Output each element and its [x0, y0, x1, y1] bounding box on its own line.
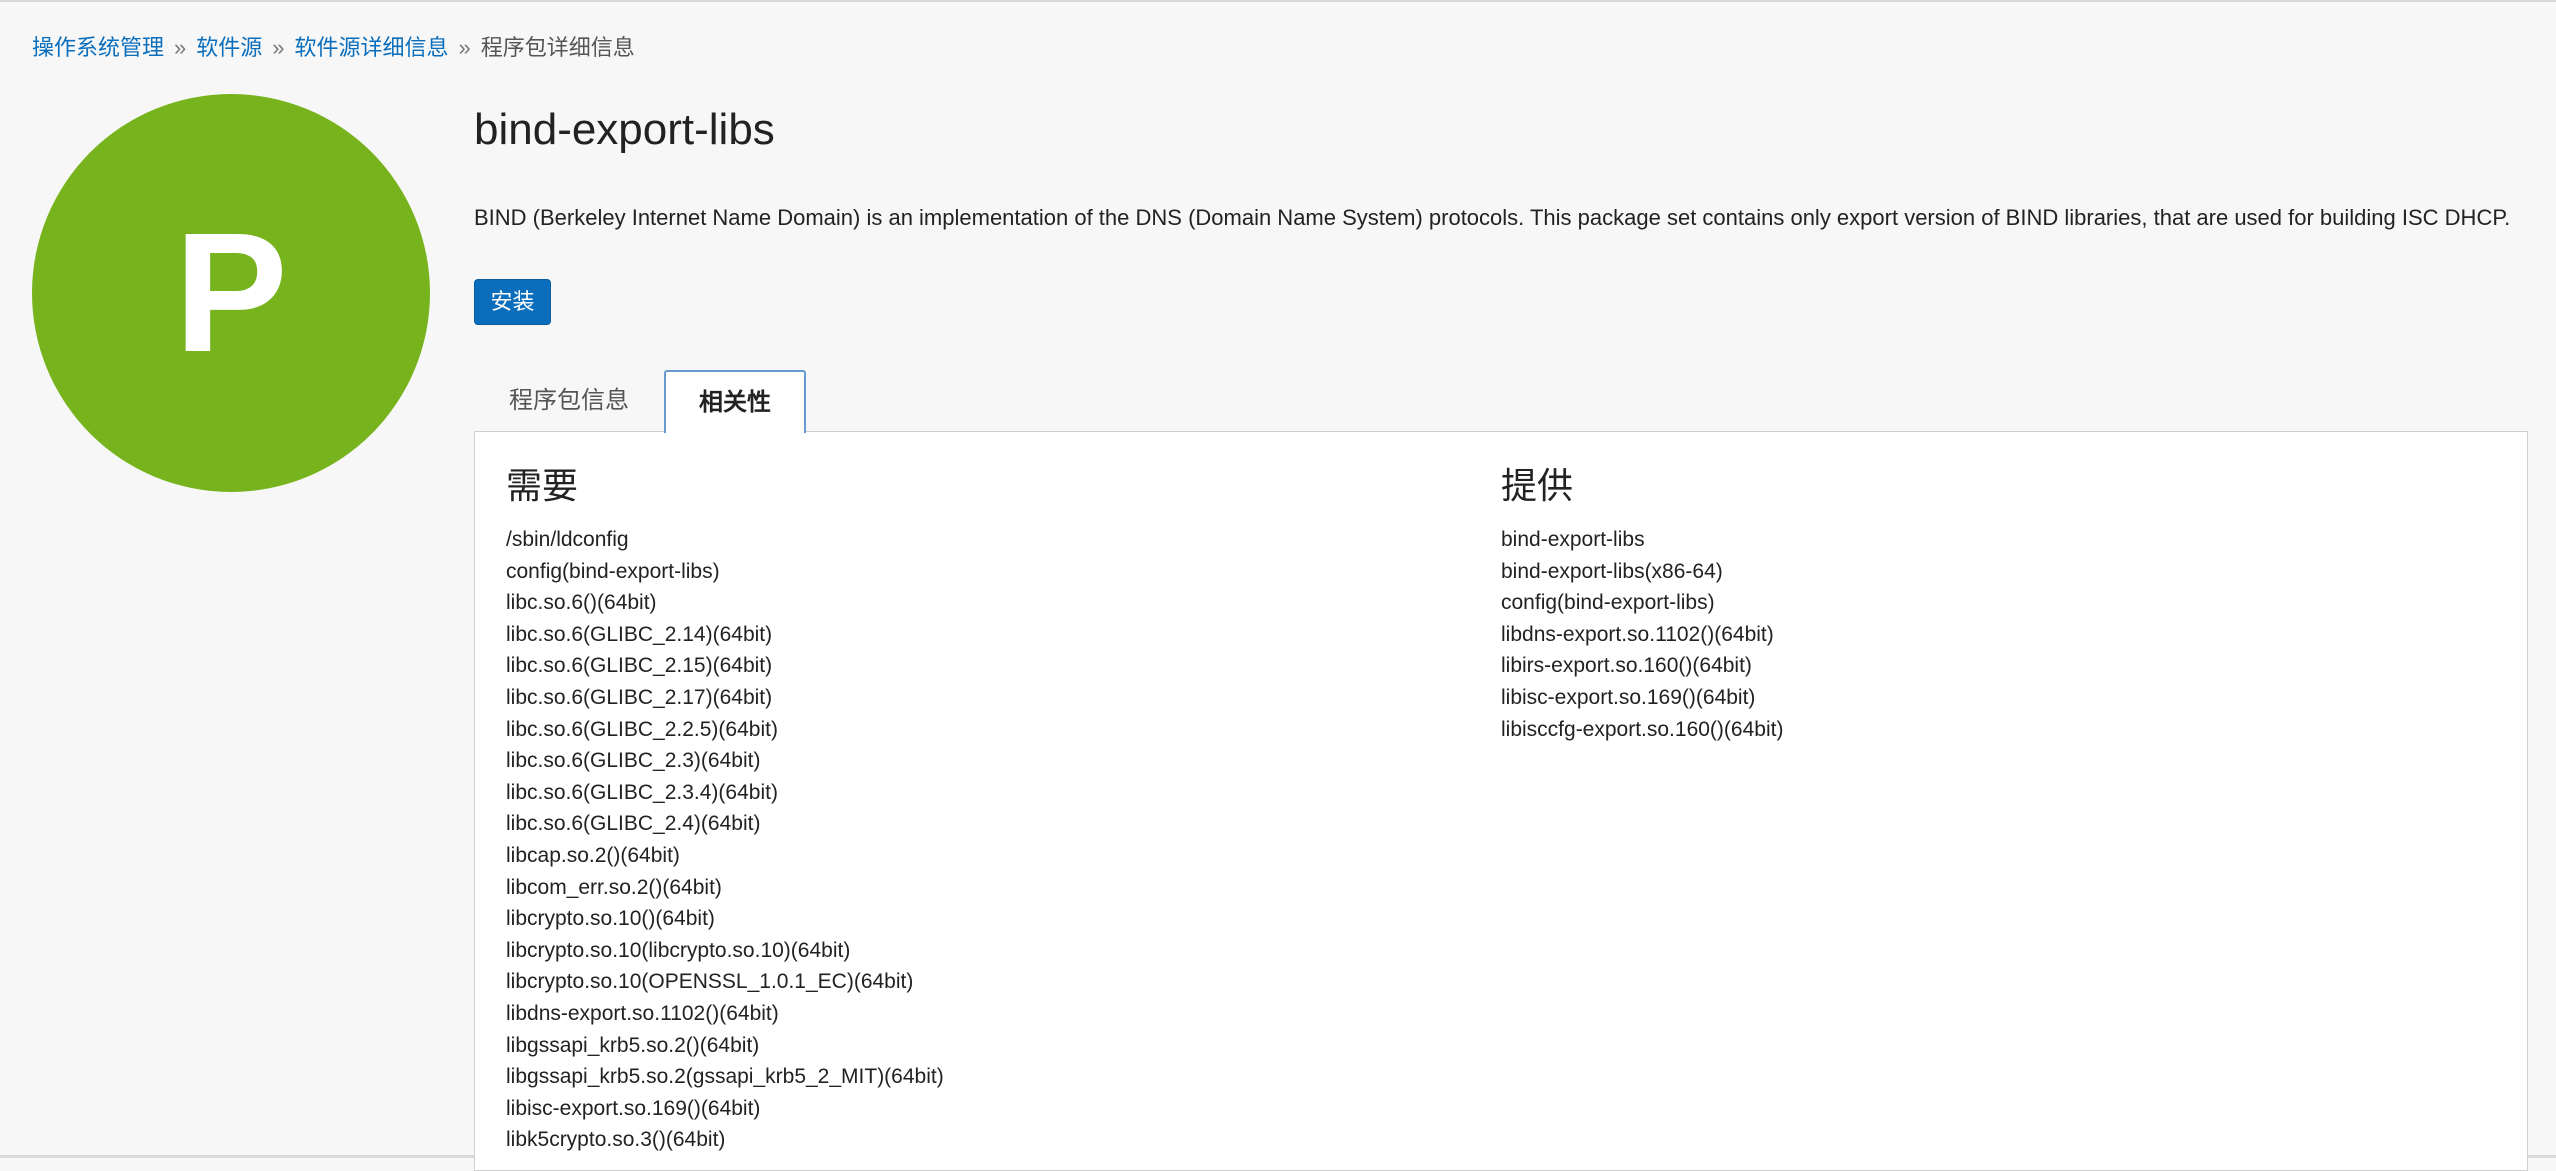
- requires-column: 需要 /sbin/ldconfig config(bind-export-lib…: [506, 462, 944, 1156]
- requires-item: libc.so.6(GLIBC_2.4)(64bit): [506, 812, 761, 836]
- tab-package-info[interactable]: 程序包信息: [474, 370, 664, 432]
- requires-item: libcap.so.2()(64bit): [506, 843, 680, 867]
- requires-item: libgssapi_krb5.so.2(gssapi_krb5_2_MIT)(6…: [506, 1065, 944, 1089]
- dependencies-panel: 需要 /sbin/ldconfig config(bind-export-lib…: [474, 431, 2528, 1171]
- requires-item: libc.so.6(GLIBC_2.3.4)(64bit): [506, 780, 778, 804]
- provides-item: libisc-export.so.169()(64bit): [1501, 685, 1756, 709]
- breadcrumb-link-channel-details[interactable]: 软件源详细信息: [295, 35, 449, 60]
- provides-item: libisccfg-export.so.160()(64bit): [1501, 717, 1784, 741]
- provides-item: bind-export-libs(x86-64): [1501, 559, 1723, 583]
- top-border: [0, 0, 2556, 2]
- requires-item: libc.so.6(GLIBC_2.15)(64bit): [506, 654, 773, 678]
- requires-item: libc.so.6(GLIBC_2.3)(64bit): [506, 749, 761, 773]
- requires-item: libc.so.6(GLIBC_2.14)(64bit): [506, 622, 773, 646]
- breadcrumb-current: 程序包详细信息: [480, 35, 635, 60]
- requires-item: libdns-export.so.1102()(64bit): [506, 1001, 779, 1025]
- requires-item: libcrypto.so.10()(64bit): [506, 907, 715, 931]
- requires-item: libc.so.6(GLIBC_2.2.5)(64bit): [506, 717, 778, 741]
- requires-item: config(bind-export-libs): [506, 559, 720, 583]
- provides-item: libdns-export.so.1102()(64bit): [1501, 622, 1774, 646]
- requires-item: libk5crypto.so.3()(64bit): [506, 1128, 726, 1152]
- breadcrumb-separator: »: [272, 35, 285, 60]
- requires-item: libc.so.6()(64bit): [506, 591, 657, 615]
- breadcrumb-link-software-channels[interactable]: 软件源: [196, 35, 262, 60]
- package-avatar-letter: P: [174, 198, 288, 388]
- breadcrumb-separator: »: [458, 35, 471, 60]
- breadcrumb: 操作系统管理 » 软件源 » 软件源详细信息 » 程序包详细信息: [32, 32, 635, 64]
- provides-column: 提供 bind-export-libs bind-export-libs(x86…: [1501, 462, 1783, 745]
- provides-item: libirs-export.so.160()(64bit): [1501, 654, 1752, 678]
- requires-item: libisc-export.so.169()(64bit): [506, 1096, 761, 1120]
- package-title: bind-export-libs: [474, 105, 775, 154]
- requires-list: /sbin/ldconfig config(bind-export-libs) …: [506, 524, 944, 1156]
- install-button[interactable]: 安装: [474, 279, 551, 325]
- requires-item: libcrypto.so.10(libcrypto.so.10)(64bit): [506, 938, 851, 962]
- requires-heading: 需要: [506, 465, 579, 506]
- requires-item: libcom_err.so.2()(64bit): [506, 875, 722, 899]
- requires-item: libc.so.6(GLIBC_2.17)(64bit): [506, 685, 773, 709]
- provides-item: bind-export-libs: [1501, 528, 1645, 551]
- breadcrumb-separator: »: [174, 35, 187, 60]
- requires-item: libgssapi_krb5.so.2()(64bit): [506, 1033, 760, 1057]
- tab-dependencies[interactable]: 相关性: [664, 370, 806, 433]
- requires-item: /sbin/ldconfig: [506, 528, 629, 551]
- provides-heading: 提供: [1501, 465, 1574, 506]
- package-avatar: P: [32, 94, 430, 492]
- breadcrumb-link-os-management[interactable]: 操作系统管理: [32, 35, 164, 60]
- provides-item: config(bind-export-libs): [1501, 591, 1715, 615]
- requires-item: libcrypto.so.10(OPENSSL_1.0.1_EC)(64bit): [506, 970, 914, 994]
- package-description: BIND (Berkeley Internet Name Domain) is …: [474, 205, 2511, 230]
- provides-list: bind-export-libs bind-export-libs(x86-64…: [1501, 524, 1783, 745]
